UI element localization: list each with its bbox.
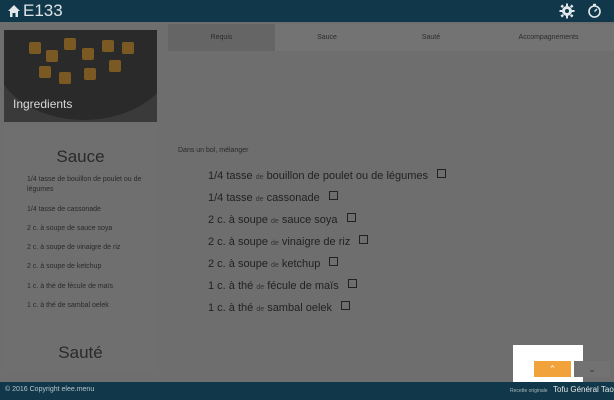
requirement-row: 1/4 tasse de cassonade xyxy=(208,191,338,207)
requirement-checkbox[interactable] xyxy=(346,213,356,222)
ingredients-label: Ingredients xyxy=(13,97,73,111)
app-title: E133 xyxy=(23,1,63,20)
footer: © 2016 Copyright elee.menu Recette origi… xyxy=(0,382,614,400)
requirement-checkbox[interactable] xyxy=(347,279,357,288)
scroll-down-button[interactable]: ⌄ xyxy=(574,361,610,377)
tab-requis[interactable]: Requis xyxy=(168,24,275,51)
list-item: 1/4 tasse de bouillon de poulet ou de lé… xyxy=(27,176,142,193)
home-icon[interactable] xyxy=(7,4,21,18)
section-title-sauce: Sauce xyxy=(56,147,105,166)
scroll-up-button[interactable]: ⌃ xyxy=(534,361,571,377)
list-item: 1/4 tasse de cassonade xyxy=(27,206,101,213)
requirement-checkbox[interactable] xyxy=(437,169,447,178)
list-item: 2 c. à soupe de sauce soya xyxy=(27,225,113,232)
requirement-checkbox[interactable] xyxy=(359,235,369,244)
gear-icon[interactable] xyxy=(559,3,575,19)
tab-saute[interactable]: Sauté xyxy=(379,24,483,51)
list-item: 2 c. à soupe de vinaigre de riz xyxy=(27,244,121,251)
tab-bar: Requis Sauce Sauté Accompagnements xyxy=(168,24,614,51)
tab-accompagnements[interactable]: Accompagnements xyxy=(483,24,614,51)
ingredients-panel: Ingredients Sauce Sauté xyxy=(4,30,157,371)
requirement-row: 1 c. à thé de fécule de maïs xyxy=(208,279,357,295)
requirement-checkbox[interactable] xyxy=(341,301,351,310)
requirement-row: 2 c. à soupe de sauce soya xyxy=(208,213,356,229)
tab-sauce[interactable]: Sauce xyxy=(275,24,379,51)
list-item: 2 c. à soupe de ketchup xyxy=(27,263,102,270)
requirement-checkbox[interactable] xyxy=(328,191,338,200)
copyright-text: © 2016 Copyright elee.menu xyxy=(5,386,95,393)
original-recipe-label: Recette originale xyxy=(510,388,548,394)
list-item: 1 c. à thé de sambal oelek xyxy=(27,302,109,309)
dish-photo: Ingredients xyxy=(4,30,157,122)
requirement-row: 1 c. à thé de sambal oelek xyxy=(208,301,351,317)
requirement-row: 1/4 tasse de bouillon de poulet ou de lé… xyxy=(208,169,447,185)
requirement-checkbox[interactable] xyxy=(329,257,339,266)
original-recipe-link[interactable]: Tofu Général Tao xyxy=(553,385,614,394)
section-title-saute: Sauté xyxy=(58,343,103,362)
requirement-row: 2 c. à soupe de vinaigre de riz xyxy=(208,235,369,251)
requirement-row: 2 c. à soupe de ketchup xyxy=(208,257,339,273)
timer-icon[interactable] xyxy=(587,3,602,19)
list-item: 1 c. à thé de fécule de maïs xyxy=(27,283,113,290)
step-intro: Dans un bol, mélanger xyxy=(178,147,249,154)
top-bar: E133 xyxy=(0,0,614,22)
